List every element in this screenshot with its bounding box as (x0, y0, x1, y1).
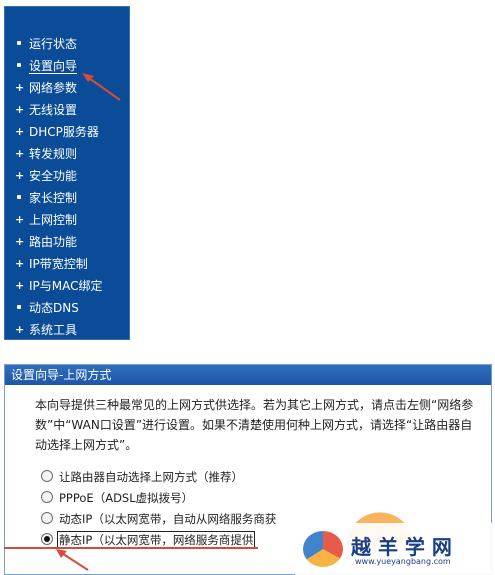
plus-icon: + (15, 125, 25, 138)
sidebar-item-label: 家长控制 (29, 191, 78, 205)
sidebar-item-label: DHCP服务器 (29, 125, 99, 139)
sidebar-item-dhcp[interactable]: + DHCP服务器 (5, 121, 129, 143)
plus-icon: + (15, 147, 25, 160)
sidebar-item-label: 系统工具 (29, 323, 78, 337)
option-label: 让路由器自动选择上网方式（推荐） (59, 470, 243, 484)
plus-icon: + (15, 213, 25, 226)
bullet-icon (17, 195, 21, 199)
sidebar-item-label: 无线设置 (29, 103, 78, 117)
panel-title: 设置向导-上网方式 (5, 365, 491, 385)
annotation-arrow-icon (56, 549, 89, 571)
watermark-url: www.yueyangbang.com (355, 557, 451, 566)
plus-icon: + (15, 103, 25, 116)
sidebar-item-label: IP与MAC绑定 (29, 279, 103, 293)
option-auto[interactable]: 让路由器自动选择上网方式（推荐） (41, 467, 491, 487)
bullet-icon (17, 305, 21, 309)
sidebar-item-ddns[interactable]: 动态DNS (5, 297, 129, 319)
option-label: PPPoE（ADSL虚拟拨号） (59, 491, 194, 505)
plus-icon: + (15, 235, 25, 248)
sidebar-item-ip-mac-binding[interactable]: + IP与MAC绑定 (5, 275, 129, 297)
sidebar-item-bandwidth[interactable]: + IP带宽控制 (5, 253, 129, 275)
sidebar-item-forwarding[interactable]: + 转发规则 (5, 143, 129, 165)
radio-button-checked[interactable] (41, 533, 53, 545)
plus-icon: + (15, 257, 25, 270)
watermark-logo-icon (303, 531, 343, 567)
bullet-icon (17, 63, 21, 67)
wizard-description: 本向导提供三种最常见的上网方式供选择。若为其它上网方式，请点击左侧“网络参数”中… (35, 398, 474, 452)
plus-icon: + (15, 323, 25, 336)
sidebar-item-label: 运行状态 (29, 37, 78, 51)
plus-icon: + (15, 81, 25, 94)
sidebar-item-access-control[interactable]: + 上网控制 (5, 209, 129, 231)
sidebar-item-label: IP带宽控制 (29, 257, 88, 271)
sidebar-item-routing[interactable]: + 路由功能 (5, 231, 129, 253)
sidebar-item-label: 网络参数 (29, 81, 78, 95)
sidebar-item-label: 转发规则 (29, 147, 78, 161)
sidebar-item-parental[interactable]: 家长控制 (5, 187, 129, 209)
radio-button[interactable] (41, 470, 53, 482)
plus-icon: + (15, 169, 25, 182)
sidebar-item-label: 设置向导 (29, 59, 78, 74)
option-label: 静态IP（以太网宽带，网络服务商提供 (56, 531, 256, 549)
sidebar-item-label: 上网控制 (29, 213, 78, 227)
sidebar-item-status[interactable]: 运行状态 (5, 33, 129, 55)
radio-button[interactable] (41, 512, 53, 524)
radio-button[interactable] (41, 491, 53, 503)
sidebar-item-security[interactable]: + 安全功能 (5, 165, 129, 187)
sidebar-item-wireless[interactable]: + 无线设置 (5, 99, 129, 121)
bullet-icon (17, 41, 21, 45)
menu-list: 运行状态 设置向导 + 网络参数 + 无线设置 + DHCP服务器 + 转发规则… (5, 7, 129, 341)
sidebar-menu: 运行状态 设置向导 + 网络参数 + 无线设置 + DHCP服务器 + 转发规则… (4, 6, 130, 340)
option-label: 动态IP（以太网宽带，自动从网络服务商获 (59, 512, 277, 526)
annotation-underline (4, 547, 258, 549)
sidebar-item-label: 路由功能 (29, 235, 78, 249)
sidebar-item-system-tools[interactable]: + 系统工具 (5, 319, 129, 341)
sidebar-item-label: 安全功能 (29, 169, 78, 183)
watermark-name: 越 羊 学 网 (351, 535, 452, 559)
watermark: 越 羊 学 网 www.yueyangbang.com (295, 523, 495, 575)
sidebar-item-label: 动态DNS (29, 301, 79, 315)
plus-icon: + (15, 279, 25, 292)
annotation-arrow-icon (82, 73, 121, 101)
